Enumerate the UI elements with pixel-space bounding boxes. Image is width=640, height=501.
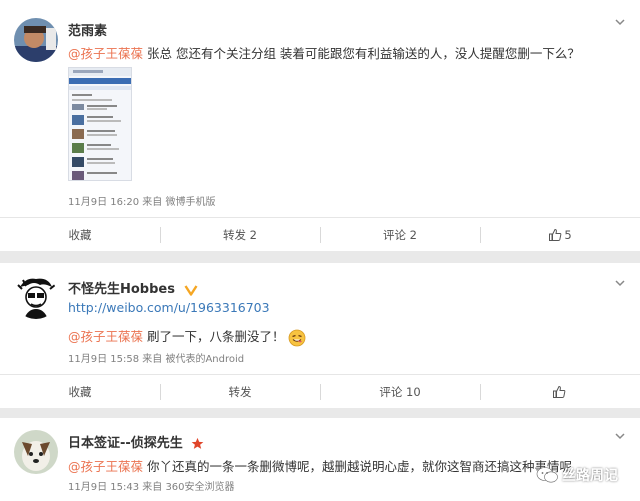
post-text: @孩子王葆葆 张总 您还有个关注分组 装着可能跟您有利益输送的人，没人提醒您删一… (68, 43, 580, 62)
favorite-button[interactable]: 收藏 (0, 375, 160, 408)
post-card: 不怪先生Hobbes http://weibo.com/u/1963316703… (0, 263, 640, 408)
wechat-logo-icon (536, 467, 558, 483)
repost-label: 转发 2 (223, 227, 257, 242)
chevron-down-icon[interactable] (614, 430, 626, 442)
post-body: 刷了一下，八条删没了！ (143, 329, 285, 344)
avatar[interactable] (14, 275, 58, 319)
post-card: 日本签证--侦探先生 @孩子王葆葆 你丫还真的一条一条删微博呢，越删越说明心虚，… (0, 418, 640, 501)
thumbs-up-icon (553, 385, 566, 398)
vip-badge-icon (184, 284, 198, 296)
comment-button[interactable]: 评论 10 (320, 375, 480, 408)
favorite-button[interactable]: 收藏 (0, 218, 160, 251)
mention-link[interactable]: @孩子王葆葆 (68, 46, 143, 61)
like-button[interactable]: 5 (480, 218, 640, 251)
smile-emoji-icon (289, 329, 306, 346)
author-name: 日本签证--侦探先生 (68, 432, 204, 451)
post-body: 张总 您还有个关注分组 装着可能跟您有利益输送的人，没人提醒您删一下么？ (143, 46, 580, 61)
avatar[interactable] (14, 18, 58, 62)
comment-button[interactable]: 评论 2 (320, 218, 480, 251)
repost-label: 转发 (228, 384, 252, 399)
avatar[interactable] (14, 430, 58, 474)
chevron-down-icon[interactable] (614, 277, 626, 289)
repost-button[interactable]: 转发 2 (160, 218, 320, 251)
post-text: @孩子王葆葆 你丫还真的一条一条删微博呢，越删越说明心虚，就你这智商还搞这种事情… (68, 456, 572, 475)
author-name[interactable]: 范雨素 (68, 20, 107, 39)
author-name-text[interactable]: 日本签证--侦探先生 (68, 436, 183, 451)
comment-label: 评论 2 (383, 227, 417, 242)
action-bar: 收藏 转发 评论 10 (0, 374, 640, 408)
action-bar: 收藏 转发 2 评论 2 5 (0, 217, 640, 251)
mention-link[interactable]: @孩子王葆葆 (68, 329, 143, 344)
thumbs-up-icon (549, 228, 562, 241)
chevron-down-icon[interactable] (614, 16, 626, 28)
watermark-text: 丝路周记 (562, 468, 618, 484)
favorite-label: 收藏 (68, 384, 92, 399)
author-name: 不怪先生Hobbes (68, 278, 198, 297)
author-name-text[interactable]: 不怪先生Hobbes (68, 282, 175, 297)
post-image[interactable] (68, 67, 132, 181)
profile-link[interactable]: http://weibo.com/u/1963316703 (68, 300, 270, 315)
post-text: @孩子王葆葆 刷了一下，八条删没了！ (68, 326, 306, 347)
post-card: 范雨素 @孩子王葆葆 张总 您还有个关注分组 装着可能跟您有利益输送的人，没人提… (0, 0, 640, 251)
watermark: 丝路周记 (536, 465, 618, 485)
favorite-label: 收藏 (68, 227, 92, 242)
like-button[interactable] (480, 375, 640, 408)
post-meta: 11月9日 15:43 来自 360安全浏览器 (68, 482, 235, 493)
mention-link[interactable]: @孩子王葆葆 (68, 459, 143, 474)
post-body: 你丫还真的一条一条删微博呢，越删越说明心虚，就你这智商还搞这种事情呢 (143, 459, 572, 474)
post-meta: 11月9日 16:20 来自 微博手机版 (68, 197, 216, 208)
repost-button[interactable]: 转发 (160, 375, 320, 408)
comment-label: 评论 10 (379, 384, 421, 399)
star-badge-icon (191, 437, 204, 449)
post-meta: 11月9日 15:58 来自 被代表的Android (68, 354, 245, 365)
like-count: 5 (564, 227, 572, 242)
